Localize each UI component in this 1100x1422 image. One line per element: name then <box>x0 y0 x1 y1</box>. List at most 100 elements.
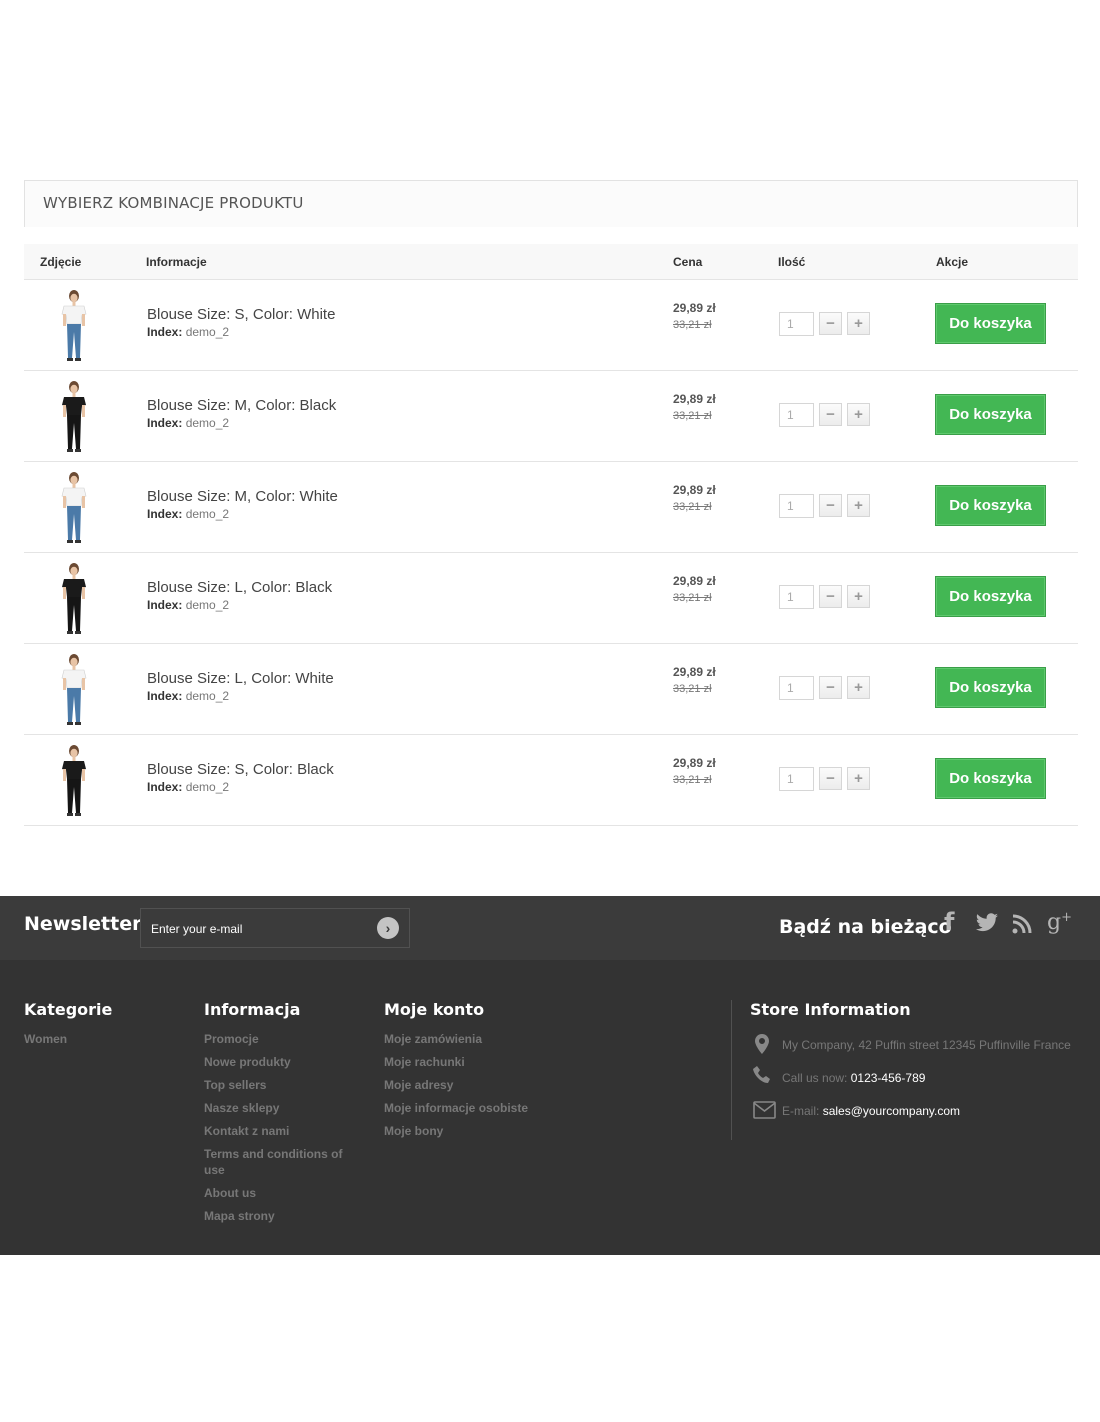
footer-link[interactable]: Moje bony <box>384 1123 584 1139</box>
store-phone: Call us now: 0123-456-789 <box>782 1071 925 1085</box>
google-plus-icon[interactable]: g+ <box>1047 910 1072 935</box>
quantity-minus-button[interactable]: − <box>819 494 842 517</box>
price: 29,89 zł <box>673 483 716 497</box>
facebook-icon[interactable]: f <box>944 908 954 936</box>
add-to-cart-button[interactable]: Do koszyka <box>935 394 1046 435</box>
add-to-cart-button[interactable]: Do koszyka <box>935 667 1046 708</box>
footer-link[interactable]: Nowe produkty <box>204 1054 349 1070</box>
product-thumbnail[interactable] <box>52 379 96 453</box>
section-title: WYBIERZ KOMBINACJE PRODUKTU <box>24 180 1078 227</box>
newsletter-title: Newsletter <box>24 913 142 935</box>
price: 29,89 zł <box>673 301 716 315</box>
quantity-input[interactable]: 1 <box>779 767 814 791</box>
index-value: demo_2 <box>185 416 230 430</box>
product-name: Blouse Size: L, Color: Black <box>147 579 333 596</box>
index-label: Index: <box>147 507 183 521</box>
footer-divider <box>731 1000 732 1140</box>
product-thumbnail[interactable] <box>52 288 96 362</box>
footer-link[interactable]: Moje informacje osobiste <box>384 1100 584 1116</box>
product-index: Index: demo_2 <box>147 325 229 339</box>
footer-categories: Kategorie Women <box>24 1000 169 1054</box>
index-label: Index: <box>147 598 183 612</box>
index-label: Index: <box>147 416 183 430</box>
footer-categories-title: Kategorie <box>24 1000 113 1019</box>
quantity-plus-button[interactable]: + <box>847 312 870 335</box>
add-to-cart-button[interactable]: Do koszyka <box>935 576 1046 617</box>
table-row: Blouse Size: L, Color: Black Index: demo… <box>24 553 1078 644</box>
quantity-minus-button[interactable]: − <box>819 312 842 335</box>
footer-account-title: Moje konto <box>384 1000 485 1019</box>
product-index: Index: demo_2 <box>147 689 229 703</box>
footer-link[interactable]: Terms and conditions of use <box>204 1146 349 1178</box>
product-thumbnail[interactable] <box>52 743 96 817</box>
table-row: Blouse Size: M, Color: White Index: demo… <box>24 462 1078 553</box>
quantity-minus-button[interactable]: − <box>819 767 842 790</box>
store-phone-number[interactable]: 0123-456-789 <box>851 1071 926 1085</box>
product-thumbnail[interactable] <box>52 561 96 635</box>
quantity-input[interactable]: 1 <box>779 312 814 336</box>
quantity-input[interactable]: 1 <box>779 494 814 518</box>
footer-account: Moje konto Moje zamówienia Moje rachunki… <box>384 1000 584 1146</box>
store-email-address[interactable]: sales@yourcompany.com <box>823 1104 960 1118</box>
price: 29,89 zł <box>673 756 716 770</box>
quantity-plus-button[interactable]: + <box>847 403 870 426</box>
footer-store-title: Store Information <box>750 1000 911 1019</box>
quantity-input[interactable]: 1 <box>779 585 814 609</box>
add-to-cart-button[interactable]: Do koszyka <box>935 758 1046 799</box>
map-marker-icon <box>755 1034 769 1054</box>
newsletter-email-input[interactable]: Enter your e-mail <box>140 908 410 948</box>
footer-link[interactable]: Moje rachunki <box>384 1054 584 1070</box>
footer: Kategorie Women Informacja Promocje Nowe… <box>0 960 1100 1255</box>
product-index: Index: demo_2 <box>147 598 229 612</box>
follow-us-title: Bądź na bieżąco <box>779 916 952 938</box>
product-thumbnail[interactable] <box>52 652 96 726</box>
footer-link[interactable]: Nasze sklepy <box>204 1100 349 1116</box>
old-price: 33,21 zł <box>673 501 712 513</box>
index-value: demo_2 <box>185 507 230 521</box>
footer-link[interactable]: Mapa strony <box>204 1208 349 1224</box>
product-index: Index: demo_2 <box>147 416 229 430</box>
quantity-minus-button[interactable]: − <box>819 676 842 699</box>
price: 29,89 zł <box>673 574 716 588</box>
twitter-icon[interactable] <box>976 913 999 932</box>
column-header-actions: Akcje <box>936 255 969 269</box>
product-name: Blouse Size: S, Color: Black <box>147 761 334 778</box>
index-label: Index: <box>147 325 183 339</box>
index-value: demo_2 <box>185 598 230 612</box>
table-row: Blouse Size: S, Color: Black Index: demo… <box>24 735 1078 826</box>
old-price: 33,21 zł <box>673 592 712 604</box>
quantity-plus-button[interactable]: + <box>847 585 870 608</box>
quantity-minus-button[interactable]: − <box>819 403 842 426</box>
quantity-minus-button[interactable]: − <box>819 585 842 608</box>
price: 29,89 zł <box>673 392 716 406</box>
product-index: Index: demo_2 <box>147 507 229 521</box>
footer-store-information: Store Information <box>750 1000 911 1031</box>
footer-link[interactable]: Top sellers <box>204 1077 349 1093</box>
column-header-qty: Ilość <box>778 255 806 269</box>
product-thumbnail[interactable] <box>52 470 96 544</box>
add-to-cart-button[interactable]: Do koszyka <box>935 303 1046 344</box>
footer-link[interactable]: Kontakt z nami <box>204 1123 349 1139</box>
quantity-plus-button[interactable]: + <box>847 494 870 517</box>
newsletter-submit-button[interactable]: › <box>377 917 399 939</box>
add-to-cart-button[interactable]: Do koszyka <box>935 485 1046 526</box>
rss-icon[interactable] <box>1012 914 1032 934</box>
quantity-input[interactable]: 1 <box>779 403 814 427</box>
index-value: demo_2 <box>185 780 230 794</box>
table-header: Zdjęcie Informacje Cena Ilość Akcje <box>24 244 1078 280</box>
column-header-info: Informacje <box>146 255 207 269</box>
footer-link[interactable]: Promocje <box>204 1031 349 1047</box>
arrow-right-icon: › <box>385 920 391 936</box>
footer-link[interactable]: Moje zamówienia <box>384 1031 584 1047</box>
footer-link[interactable]: Women <box>24 1031 169 1047</box>
phone-icon <box>753 1066 770 1083</box>
index-label: Index: <box>147 689 183 703</box>
quantity-input[interactable]: 1 <box>779 676 814 700</box>
product-name: Blouse Size: L, Color: White <box>147 670 334 687</box>
footer-link[interactable]: About us <box>204 1185 349 1201</box>
combinations-table: Blouse Size: S, Color: White Index: demo… <box>24 280 1078 826</box>
old-price: 33,21 zł <box>673 319 712 331</box>
quantity-plus-button[interactable]: + <box>847 767 870 790</box>
quantity-plus-button[interactable]: + <box>847 676 870 699</box>
footer-link[interactable]: Moje adresy <box>384 1077 584 1093</box>
